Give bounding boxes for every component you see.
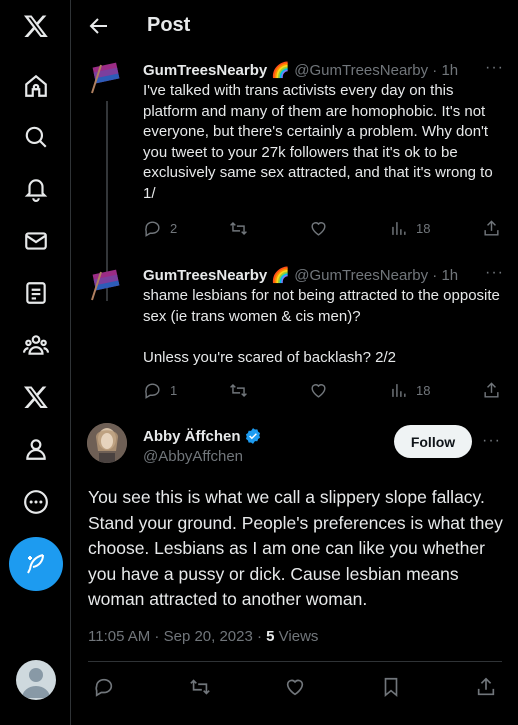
divider xyxy=(88,661,502,662)
author-handle[interactable]: @GumTreesNearby xyxy=(294,62,428,79)
post-meta: 11:05 AM · Sep 20, 2023 · 5 Views xyxy=(88,628,318,645)
author-handle[interactable]: @AbbyAffchen xyxy=(143,448,243,465)
repost-icon[interactable] xyxy=(189,676,211,698)
repost-button[interactable] xyxy=(229,381,256,400)
like-button[interactable] xyxy=(309,381,336,400)
main-column: Post GumTreesNearby 🌈 @GumTreesNearby · … xyxy=(71,0,518,725)
reply-icon[interactable] xyxy=(93,676,115,698)
repost-icon xyxy=(230,221,247,236)
more-options-icon[interactable]: ··· xyxy=(482,432,501,450)
post-text: You see this is what we call a slippery … xyxy=(88,487,503,609)
profile-icon[interactable] xyxy=(14,427,58,471)
heart-icon[interactable] xyxy=(284,676,306,698)
compose-icon xyxy=(27,554,44,574)
post-text: I've talked with trans activists every d… xyxy=(143,82,497,202)
x-logo-icon[interactable] xyxy=(14,4,58,48)
repost-icon xyxy=(230,383,247,398)
share-button[interactable] xyxy=(482,219,509,238)
post-text: shame lesbians for not being attracted t… xyxy=(143,287,500,366)
reply-icon xyxy=(145,221,160,237)
home-icon[interactable] xyxy=(14,64,58,108)
messages-icon[interactable] xyxy=(14,219,58,263)
verified-badge-icon[interactable] xyxy=(244,427,262,445)
views-icon xyxy=(392,222,406,235)
share-button[interactable] xyxy=(482,381,509,400)
more-options-icon[interactable]: ··· xyxy=(485,264,504,282)
bi-flag-avatar-icon[interactable] xyxy=(87,57,127,97)
views-icon xyxy=(392,384,406,397)
post-header: Post xyxy=(71,0,518,53)
notifications-icon[interactable] xyxy=(14,167,58,211)
views-count: 18 xyxy=(416,383,431,398)
share-icon xyxy=(484,382,499,398)
views-label: Views xyxy=(274,628,319,645)
bi-flag-avatar-icon[interactable] xyxy=(87,264,127,304)
heart-icon xyxy=(311,222,326,236)
author-name[interactable]: Abby Äffchen xyxy=(143,428,241,445)
share-icon[interactable] xyxy=(475,676,497,698)
views-button[interactable]: 18 xyxy=(389,219,430,238)
reply-count: 2 xyxy=(170,221,178,236)
bookmark-icon[interactable] xyxy=(380,676,402,698)
page-title: Post xyxy=(147,14,191,36)
post-time[interactable]: · 1h xyxy=(432,62,458,79)
back-arrow-icon[interactable] xyxy=(87,14,111,38)
lists-icon[interactable] xyxy=(14,271,58,315)
like-button[interactable] xyxy=(309,219,336,238)
share-icon xyxy=(484,220,499,236)
views-button[interactable]: 18 xyxy=(389,381,430,400)
post-actions: 1 18 xyxy=(143,381,505,401)
author-name[interactable]: GumTreesNearby 🌈 xyxy=(143,267,290,284)
premium-x-icon[interactable] xyxy=(14,375,58,419)
heart-icon xyxy=(311,384,326,398)
more-options-icon[interactable]: ··· xyxy=(485,59,504,77)
search-icon[interactable] xyxy=(14,115,58,159)
views-count: 5 xyxy=(266,628,275,645)
more-icon[interactable] xyxy=(14,480,58,524)
compose-button[interactable] xyxy=(9,537,63,591)
communities-icon[interactable] xyxy=(14,323,58,367)
post-timestamp[interactable]: 11:05 AM · Sep 20, 2023 · xyxy=(88,628,266,645)
author-name[interactable]: GumTreesNearby 🌈 xyxy=(143,62,290,79)
follow-button[interactable]: Follow xyxy=(394,425,472,458)
reply-button[interactable]: 1 xyxy=(143,381,177,400)
account-avatar[interactable] xyxy=(16,660,56,700)
post-actions: 2 18 xyxy=(143,219,505,239)
reply-button[interactable]: 2 xyxy=(143,219,177,238)
author-handle[interactable]: @GumTreesNearby xyxy=(294,267,428,284)
repost-button[interactable] xyxy=(229,219,256,238)
sidebar-nav xyxy=(0,0,71,725)
post-time[interactable]: · 1h xyxy=(432,267,458,284)
author-avatar[interactable] xyxy=(87,423,127,463)
views-count: 18 xyxy=(416,221,431,236)
post-actions-bar xyxy=(71,676,518,700)
reply-icon xyxy=(145,383,160,399)
reply-count: 1 xyxy=(170,383,178,398)
